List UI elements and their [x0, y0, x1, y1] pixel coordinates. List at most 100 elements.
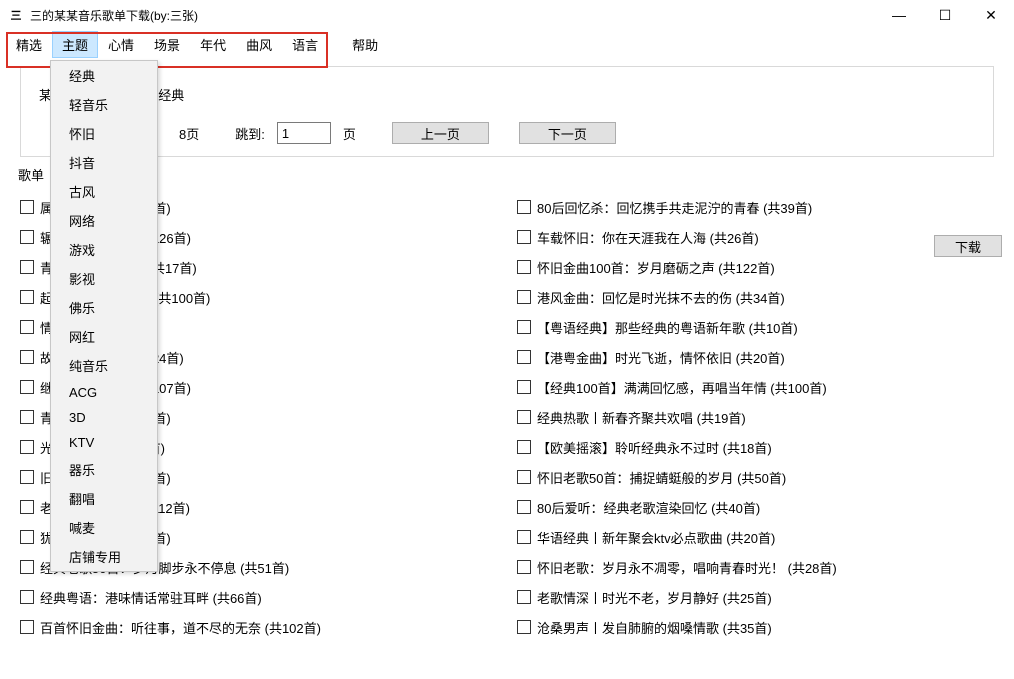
playlist-checkbox[interactable]	[517, 470, 531, 484]
menu-item-4[interactable]: 年代	[190, 31, 236, 58]
menu-item-2[interactable]: 心情	[98, 31, 144, 58]
playlist-checkbox[interactable]	[517, 230, 531, 244]
playlist-checkbox[interactable]	[20, 320, 34, 334]
playlist-label: 经典热歌丨新春齐聚共欢唱 (共19首)	[537, 408, 746, 427]
playlist-checkbox[interactable]	[20, 560, 34, 574]
playlist-label: 80后爱听：经典老歌渲染回忆 (共40首)	[537, 498, 760, 517]
playlist-checkbox[interactable]	[20, 410, 34, 424]
list-item: 怀旧老歌50首：捕捉蜻蜓般的岁月 (共50首)	[517, 462, 994, 492]
playlist-checkbox[interactable]	[517, 440, 531, 454]
menubar: 精选主题心情场景年代曲风语言帮助	[0, 30, 1014, 58]
dropdown-item-8[interactable]: 佛乐	[51, 293, 157, 322]
list-item: 华语经典丨新年聚会ktv必点歌曲 (共20首)	[517, 522, 994, 552]
playlist-checkbox[interactable]	[20, 530, 34, 544]
list-item: 港风金曲：回忆是时光抹不去的伤 (共34首)	[517, 282, 994, 312]
list-item: 怀旧金曲100首：岁月磨砺之声 (共122首)	[517, 252, 994, 282]
jump-page-input[interactable]	[277, 122, 331, 144]
window-controls: — ☐ ✕	[876, 0, 1014, 30]
playlist-label: 老歌情深丨时光不老，岁月静好 (共25首)	[537, 588, 772, 607]
filter-panel: 某某 经典 8页 跳到: 页 上一页 下一页	[20, 66, 994, 157]
playlist-checkbox[interactable]	[517, 590, 531, 604]
menu-item-3[interactable]: 场景	[144, 31, 190, 58]
list-item: 经典粤语：港味情话常驻耳畔 (共66首)	[20, 582, 497, 612]
dropdown-item-15[interactable]: 翻唱	[51, 484, 157, 513]
close-button[interactable]: ✕	[968, 0, 1014, 30]
titlebar: 三 三的某某音乐歌单下载(by:三张) — ☐ ✕	[0, 0, 1014, 30]
playlist-label: 怀旧老歌50首：捕捉蜻蜓般的岁月 (共50首)	[537, 468, 786, 487]
maximize-button[interactable]: ☐	[922, 0, 968, 30]
playlist-section: 歌单 属的光辉岁月 (共32首)辗转往事岁月轴 (共126首)青春，遗漏的经典 …	[20, 165, 994, 642]
playlist-checkbox[interactable]	[517, 320, 531, 334]
minimize-button[interactable]: —	[876, 0, 922, 30]
playlist-checkbox[interactable]	[20, 200, 34, 214]
playlist-checkbox[interactable]	[20, 350, 34, 364]
playlist-label: 【港粤金曲】时光飞逝，情怀依旧 (共20首)	[537, 348, 785, 367]
playlist-checkbox[interactable]	[517, 620, 531, 634]
playlist-checkbox[interactable]	[517, 200, 531, 214]
dropdown-item-12[interactable]: 3D	[51, 405, 157, 430]
playlist-label: 【经典100首】满满回忆感，再唱当年情 (共100首)	[537, 378, 827, 397]
window-title: 三的某某音乐歌单下载(by:三张)	[30, 7, 876, 24]
playlist-checkbox[interactable]	[20, 290, 34, 304]
playlist-checkbox[interactable]	[20, 260, 34, 274]
download-button[interactable]: 下载	[934, 235, 1002, 257]
list-item: 怀旧老歌：岁月永不凋零，唱响青春时光！ (共28首)	[517, 552, 994, 582]
playlist-checkbox[interactable]	[20, 230, 34, 244]
app-icon: 三	[8, 7, 24, 23]
playlist-checkbox[interactable]	[20, 620, 34, 634]
playlist-checkbox[interactable]	[517, 500, 531, 514]
list-item: 【经典100首】满满回忆感，再唱当年情 (共100首)	[517, 372, 994, 402]
playlist-label: 港风金曲：回忆是时光抹不去的伤 (共34首)	[537, 288, 785, 307]
list-item: 经典热歌丨新春齐聚共欢唱 (共19首)	[517, 402, 994, 432]
playlist-checkbox[interactable]	[20, 440, 34, 454]
playlist-checkbox[interactable]	[517, 530, 531, 544]
menu-item-1[interactable]: 主题	[52, 31, 98, 58]
playlist-label: 沧桑男声丨发自肺腑的烟嗓情歌 (共35首)	[537, 618, 772, 637]
dropdown-item-6[interactable]: 游戏	[51, 235, 157, 264]
dropdown-item-17[interactable]: 店铺专用	[51, 542, 157, 571]
playlist-checkbox[interactable]	[20, 380, 34, 394]
playlist-label: 经典粤语：港味情话常驻耳畔 (共66首)	[40, 588, 262, 607]
menu-item-0[interactable]: 精选	[6, 31, 52, 58]
playlist-checkbox[interactable]	[517, 560, 531, 574]
dropdown-item-3[interactable]: 抖音	[51, 148, 157, 177]
dropdown-item-4[interactable]: 古风	[51, 177, 157, 206]
playlist-checkbox[interactable]	[517, 410, 531, 424]
playlist-checkbox[interactable]	[517, 260, 531, 274]
dropdown-item-14[interactable]: 器乐	[51, 455, 157, 484]
playlist-column-right: 80后回忆杀：回忆携手共走泥泞的青春 (共39首) 车载怀旧：你在天涯我在人海 (…	[517, 192, 994, 642]
list-item: 老歌情深丨时光不老，岁月静好 (共25首)	[517, 582, 994, 612]
playlist-checkbox[interactable]	[20, 470, 34, 484]
next-page-button[interactable]: 下一页	[519, 122, 616, 144]
panel-header: 某某 经典	[35, 85, 979, 104]
playlist-label: 百首怀旧金曲：听往事，道不尽的无奈 (共102首)	[40, 618, 321, 637]
dropdown-item-2[interactable]: 怀旧	[51, 119, 157, 148]
dropdown-item-16[interactable]: 喊麦	[51, 513, 157, 542]
menu-item-5[interactable]: 曲风	[236, 31, 282, 58]
dropdown-item-9[interactable]: 网红	[51, 322, 157, 351]
menu-item-6[interactable]: 语言	[282, 31, 328, 58]
theme-dropdown[interactable]: 经典轻音乐怀旧抖音古风网络游戏影视佛乐网红纯音乐ACG3DKTV器乐翻唱喊麦店铺…	[50, 60, 158, 572]
dropdown-item-10[interactable]: 纯音乐	[51, 351, 157, 380]
playlist-checkbox[interactable]	[517, 350, 531, 364]
prev-page-button[interactable]: 上一页	[392, 122, 489, 144]
panel-header-suffix: 经典	[158, 88, 184, 103]
playlist-checkbox[interactable]	[517, 380, 531, 394]
playlist-checkbox[interactable]	[517, 290, 531, 304]
dropdown-item-7[interactable]: 影视	[51, 264, 157, 293]
dropdown-item-0[interactable]: 经典	[51, 61, 157, 90]
dropdown-item-11[interactable]: ACG	[51, 380, 157, 405]
dropdown-item-13[interactable]: KTV	[51, 430, 157, 455]
playlist-checkbox[interactable]	[20, 500, 34, 514]
menu-item-7[interactable]: 帮助	[342, 31, 388, 58]
playlist-header: 歌单	[18, 165, 994, 184]
list-item: 百首怀旧金曲：听往事，道不尽的无奈 (共102首)	[20, 612, 497, 642]
playlist-label: 车载怀旧：你在天涯我在人海 (共26首)	[537, 228, 759, 247]
playlist-label: 【欧美摇滚】聆听经典永不过时 (共18首)	[537, 438, 772, 457]
playlist-checkbox[interactable]	[20, 590, 34, 604]
dropdown-item-1[interactable]: 轻音乐	[51, 90, 157, 119]
dropdown-item-5[interactable]: 网络	[51, 206, 157, 235]
list-item: 80后回忆杀：回忆携手共走泥泞的青春 (共39首)	[517, 192, 994, 222]
jump-label: 跳到:	[235, 124, 265, 143]
playlist-label: 80后回忆杀：回忆携手共走泥泞的青春 (共39首)	[537, 198, 812, 217]
